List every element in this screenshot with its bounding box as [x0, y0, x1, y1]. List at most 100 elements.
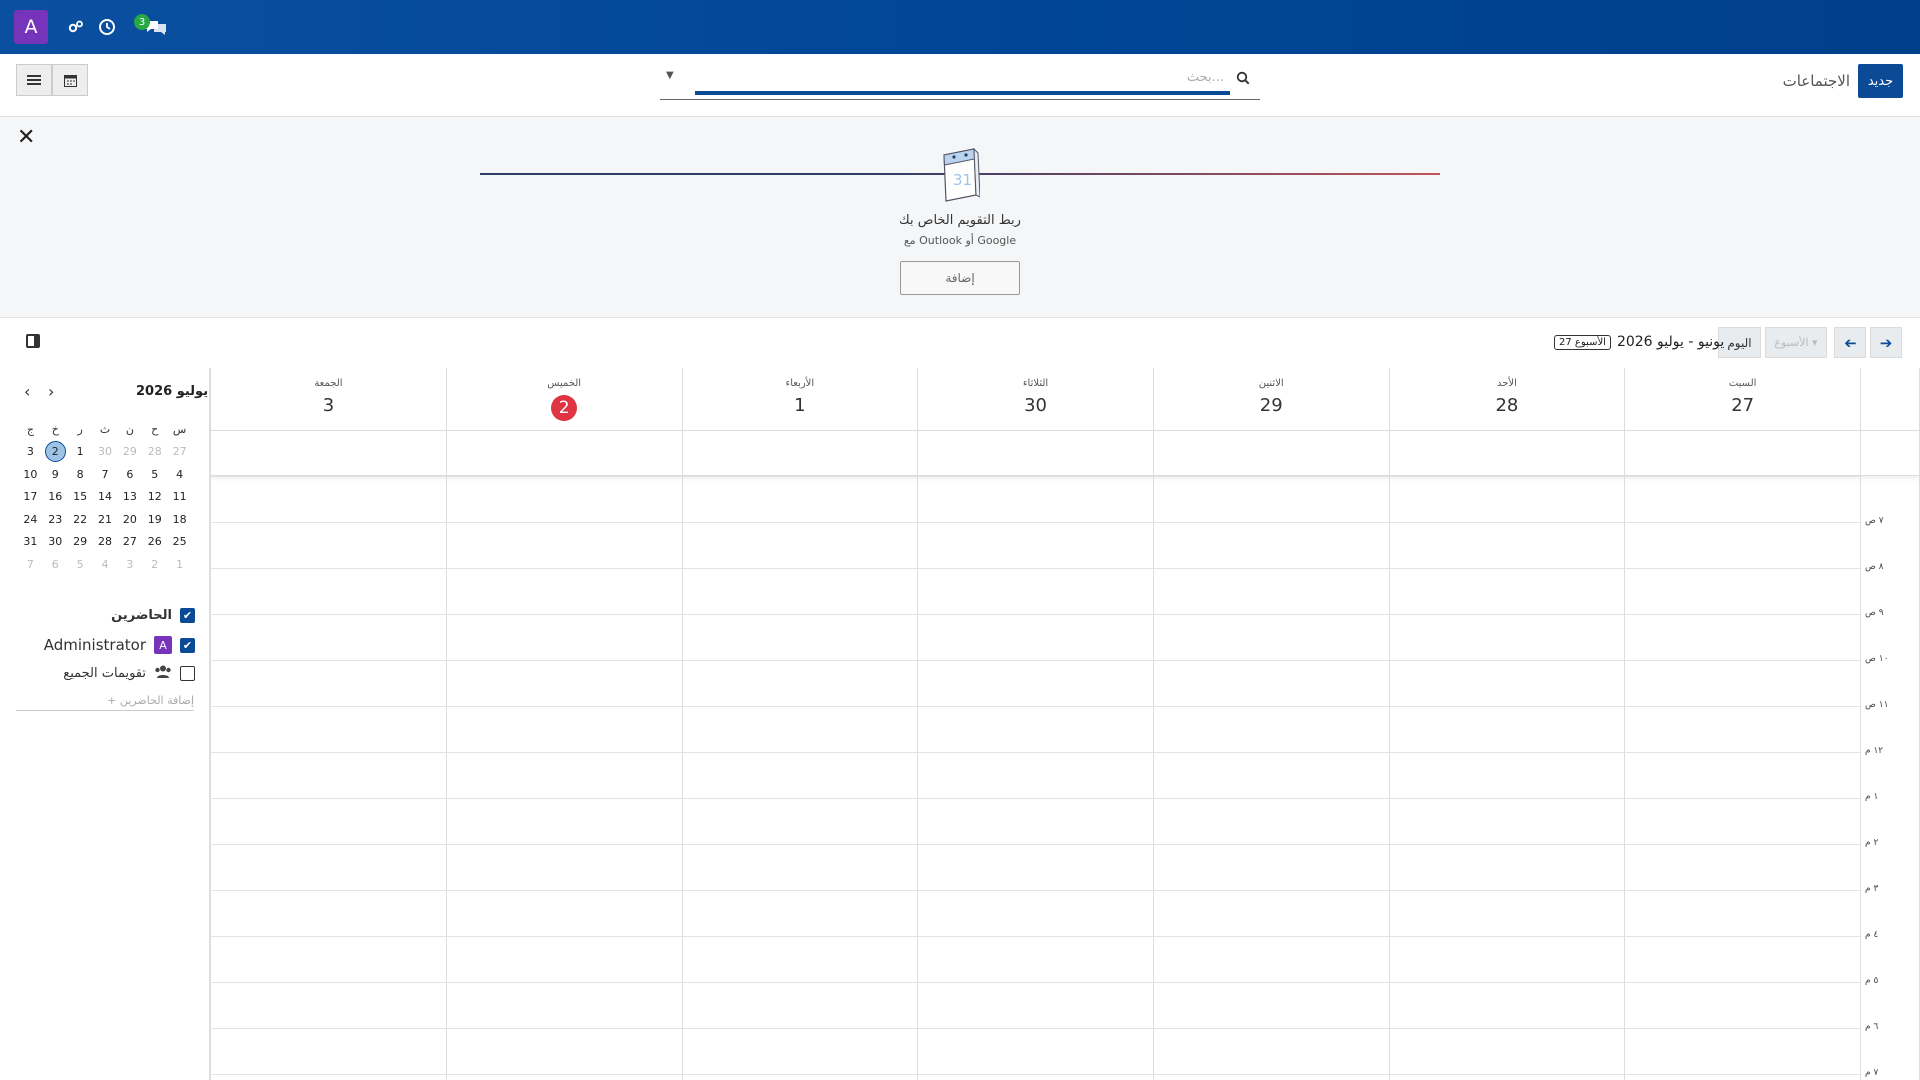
mini-day[interactable]: 5: [142, 468, 167, 481]
attendee-me-checkbox[interactable]: ✔: [180, 637, 195, 653]
day-column-header[interactable]: الجمعة 3: [210, 368, 446, 430]
hour-label: ٦ م: [1865, 1022, 1879, 1032]
mini-day-number: 15: [73, 490, 88, 504]
mini-day[interactable]: 11: [167, 490, 192, 503]
mini-day[interactable]: 14: [93, 490, 118, 503]
svg-text:31: 31: [953, 171, 972, 189]
mini-day-number: 10: [23, 467, 38, 481]
mini-day[interactable]: 7: [18, 558, 43, 571]
mini-day[interactable]: 4: [167, 468, 192, 481]
mini-day[interactable]: 29: [117, 445, 142, 458]
mini-day[interactable]: 27: [117, 535, 142, 548]
week-number-badge: الأسبوع 27: [1554, 334, 1611, 350]
mini-day[interactable]: 3: [117, 558, 142, 571]
mini-prev-month-icon[interactable]: ‹: [24, 382, 30, 401]
week-grid: السبت 27 الأحد 28 الاثنين 29 الثلاثاء 30 الأربعا…: [210, 368, 1920, 1080]
close-icon[interactable]: ✕: [17, 125, 35, 150]
day-column-header[interactable]: الاثنين 29: [1152, 368, 1389, 430]
today-button[interactable]: اليوم: [1718, 327, 1761, 358]
mini-week-row: 17 16 15 14 13 12 11: [18, 486, 192, 509]
activity-icon[interactable]: [65, 16, 87, 38]
mini-day[interactable]: 4: [93, 558, 118, 571]
mini-day[interactable]: 3: [18, 445, 43, 458]
hour-label: ١ م: [1865, 792, 1879, 802]
hour-label: ١١ ص: [1865, 700, 1889, 710]
user-avatar[interactable]: A: [14, 10, 48, 44]
mini-day[interactable]: 19: [142, 513, 167, 526]
previous-arrow-icon[interactable]: ➔: [1834, 327, 1866, 358]
mini-day[interactable]: 30: [43, 535, 68, 548]
mini-day[interactable]: 8: [68, 468, 93, 481]
mini-day[interactable]: 6: [43, 558, 68, 571]
mini-day[interactable]: 24: [18, 513, 43, 526]
mini-day[interactable]: 16: [43, 490, 68, 503]
hour-slot-line: [210, 752, 1860, 753]
day-column-header[interactable]: الثلاثاء 30: [917, 368, 1153, 430]
search-toggle-caret-icon[interactable]: ▼: [666, 70, 674, 81]
day-name: الجمعة: [314, 378, 343, 389]
mini-day[interactable]: 17: [18, 490, 43, 503]
mini-day[interactable]: 27: [167, 445, 192, 458]
mini-day-number: 31: [23, 535, 38, 549]
mini-day[interactable]: 7: [93, 468, 118, 481]
all-day-row[interactable]: [210, 430, 1920, 476]
mini-day[interactable]: 1: [167, 558, 192, 571]
day-column-header[interactable]: السبت 27: [1624, 368, 1860, 430]
mini-next-month-icon[interactable]: ›: [48, 382, 54, 401]
mini-day[interactable]: 28: [93, 535, 118, 548]
mini-day[interactable]: 25: [167, 535, 192, 548]
next-arrow-icon[interactable]: ➔: [1870, 327, 1902, 358]
clock-icon[interactable]: [96, 16, 118, 38]
mini-day[interactable]: 13: [117, 490, 142, 503]
mini-day[interactable]: 12: [142, 490, 167, 503]
add-attendees-input[interactable]: + إضافة الحاضرين: [16, 694, 194, 711]
mini-day[interactable]: 20: [117, 513, 142, 526]
hour-slot-line: [210, 706, 1860, 707]
mini-day-number: 22: [73, 512, 88, 526]
attendees-checkbox[interactable]: ✔: [180, 608, 195, 623]
mini-day[interactable]: 23: [43, 513, 68, 526]
mini-day[interactable]: 31: [18, 535, 43, 548]
mini-day[interactable]: 21: [93, 513, 118, 526]
day-column-header[interactable]: الأربعاء 1: [681, 368, 918, 430]
hour-label: ٣ م: [1865, 884, 1879, 894]
scale-dropdown[interactable]: الأسبوع ▾: [1765, 327, 1827, 358]
mini-day[interactable]: 6: [117, 468, 142, 481]
mini-day-number: 29: [73, 535, 88, 549]
mini-day[interactable]: 18: [167, 513, 192, 526]
day-column-header[interactable]: الخميس 2: [445, 368, 682, 430]
mini-day[interactable]: 22: [68, 513, 93, 526]
mini-day-number: 28: [147, 445, 162, 459]
mini-week-row: 10 9 8 7 6 5 4: [18, 463, 192, 486]
day-name: الأحد: [1496, 378, 1517, 389]
mini-day[interactable]: 9: [43, 468, 68, 481]
mini-day[interactable]: 29: [68, 535, 93, 548]
mini-day[interactable]: 30: [93, 445, 118, 458]
mini-day-number: 29: [122, 445, 137, 459]
today-date: 2: [447, 395, 682, 421]
mini-day[interactable]: 5: [68, 558, 93, 571]
mini-day-number: 9: [51, 467, 59, 481]
add-calendar-button[interactable]: إضافة: [900, 261, 1020, 295]
day-number: 1: [794, 395, 806, 416]
mini-day-number: 6: [126, 467, 134, 481]
search-icon[interactable]: [1236, 70, 1250, 89]
calendar-view-icon[interactable]: [52, 64, 88, 96]
calendar-sync-banner: ✕ 31 ربط التقويم الخاص بك مع Outlook أو …: [0, 117, 1920, 318]
mini-day[interactable]: 1: [68, 445, 93, 458]
list-view-icon[interactable]: [16, 64, 52, 96]
day-column-header[interactable]: الأحد 28: [1388, 368, 1625, 430]
hour-label: ٤ م: [1865, 930, 1879, 940]
search-input[interactable]: بحث...: [695, 70, 1230, 92]
mini-day[interactable]: 10: [18, 468, 43, 481]
hour-slot-line: [210, 982, 1860, 983]
new-button[interactable]: جديد: [1858, 64, 1903, 98]
mini-day[interactable]: 26: [142, 535, 167, 548]
mini-day[interactable]: 2: [142, 558, 167, 571]
mini-day[interactable]: 28: [142, 445, 167, 458]
mini-day[interactable]: 15: [68, 490, 93, 503]
side-panel-toggle-icon[interactable]: [26, 334, 40, 348]
mini-day-today[interactable]: 2: [43, 441, 68, 463]
everyone-checkbox[interactable]: [180, 666, 195, 681]
hour-slot-line: [210, 890, 1860, 891]
